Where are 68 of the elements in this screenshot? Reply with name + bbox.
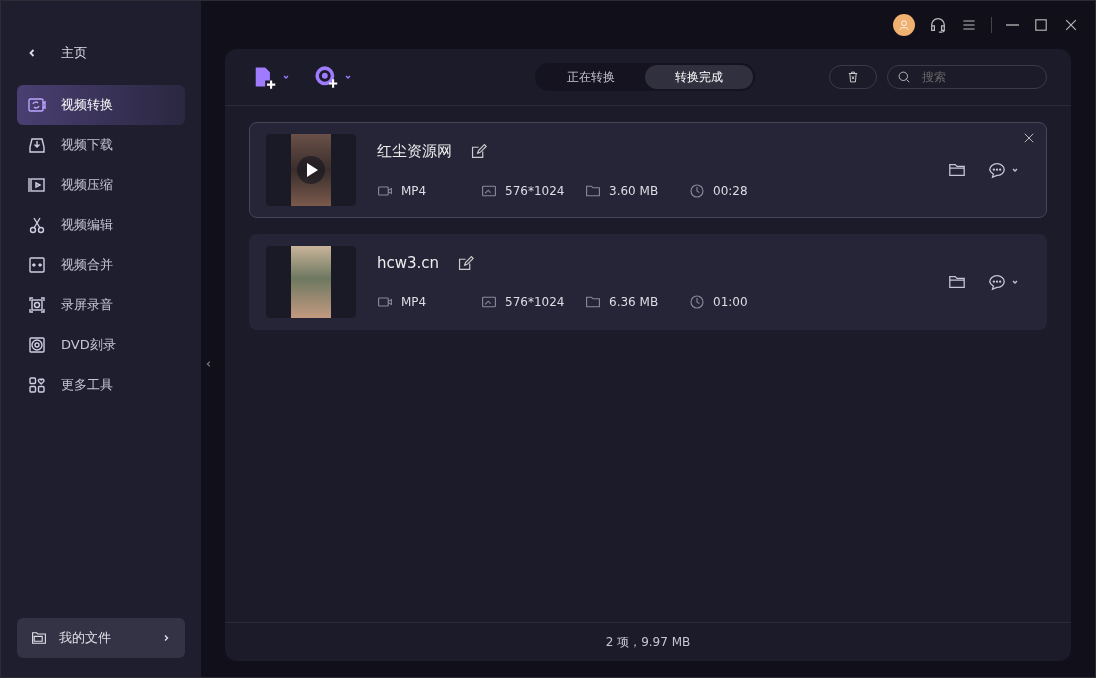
play-icon[interactable] xyxy=(297,156,325,184)
download-tray-icon xyxy=(27,135,47,155)
chevron-left-icon xyxy=(205,360,213,368)
video-convert-icon xyxy=(27,95,47,115)
my-files-button[interactable]: 我的文件 xyxy=(17,618,185,658)
apps-grid-icon xyxy=(27,375,47,395)
rename-button[interactable] xyxy=(457,254,475,272)
file-card[interactable]: 红尘资源网 MP4 576*1024 3.60 MB 00:28 xyxy=(249,122,1047,218)
edit-icon xyxy=(457,254,475,272)
search-icon xyxy=(897,70,911,84)
merge-arrows-icon xyxy=(27,255,47,275)
add-disc-button[interactable] xyxy=(313,64,353,90)
status-summary: 2 项，9.97 MB xyxy=(605,633,691,651)
photo-placeholder xyxy=(291,134,331,206)
edit-icon xyxy=(470,142,487,160)
photo-placeholder xyxy=(291,246,331,318)
file-format: MP4 xyxy=(401,295,427,309)
tab[interactable]: 正在转换 xyxy=(537,65,645,89)
file-duration: 00:28 xyxy=(713,183,748,198)
maximize-icon xyxy=(1033,17,1049,33)
file-name: hcw3.cn xyxy=(377,254,440,272)
search-field[interactable]: 搜索 xyxy=(887,65,1047,89)
file-resolution: 576*1024 xyxy=(505,183,565,198)
sidebar-item[interactable]: 视频压缩 xyxy=(17,165,185,205)
back-chevron-icon xyxy=(27,48,37,58)
clock-icon xyxy=(689,182,705,199)
clock-icon xyxy=(689,294,705,310)
sidebar-item[interactable]: 视频编辑 xyxy=(17,205,185,245)
file-card[interactable]: hcw3.cn MP4 576*1024 6.36 MB 01:00 xyxy=(249,234,1047,330)
file-name: 红尘资源网 xyxy=(377,141,452,161)
more-options-button[interactable] xyxy=(988,273,1020,291)
close-icon xyxy=(1063,17,1079,33)
remove-button[interactable] xyxy=(1022,131,1036,145)
file-size: 6.36 MB xyxy=(609,295,659,309)
film-frame-icon xyxy=(27,175,47,195)
chat-bubble-icon xyxy=(988,161,1006,179)
disc-plus-icon xyxy=(313,64,339,90)
screen-record-icon xyxy=(27,295,47,315)
sidebar-item[interactable]: 视频合并 xyxy=(17,245,185,285)
open-folder-button[interactable] xyxy=(948,161,966,179)
image-frame-icon xyxy=(481,294,497,310)
sidebar-item[interactable]: 视频转换 xyxy=(17,85,185,125)
menu-icon xyxy=(961,17,977,33)
avatar[interactable] xyxy=(893,14,915,36)
sidebar-item[interactable]: 更多工具 xyxy=(17,365,185,405)
folder-icon xyxy=(31,630,47,646)
folder-icon xyxy=(948,273,966,291)
chat-bubble-icon xyxy=(988,273,1006,291)
close-icon xyxy=(1022,131,1036,145)
sidebar-item[interactable]: 录屏录音 xyxy=(17,285,185,325)
user-silhouette-icon xyxy=(898,19,910,31)
sidebar-item[interactable]: DVD刻录 xyxy=(17,325,185,365)
file-duration: 01:00 xyxy=(713,295,748,309)
sidebar-item[interactable]: 视频下载 xyxy=(17,125,185,165)
rename-button[interactable] xyxy=(470,142,487,160)
headset-icon xyxy=(929,16,947,34)
folder-icon xyxy=(585,294,601,310)
trash-icon xyxy=(846,70,860,84)
scissors-icon xyxy=(27,215,47,235)
home-link[interactable]: 主页 xyxy=(61,44,87,62)
tab[interactable]: 转换完成 xyxy=(645,65,753,89)
open-folder-button[interactable] xyxy=(948,273,966,291)
file-size: 3.60 MB xyxy=(609,183,659,198)
video-camera-icon xyxy=(377,294,393,310)
folder-icon xyxy=(948,161,966,179)
file-resolution: 576*1024 xyxy=(505,295,565,309)
more-options-button[interactable] xyxy=(988,161,1020,179)
file-format: MP4 xyxy=(401,183,427,198)
